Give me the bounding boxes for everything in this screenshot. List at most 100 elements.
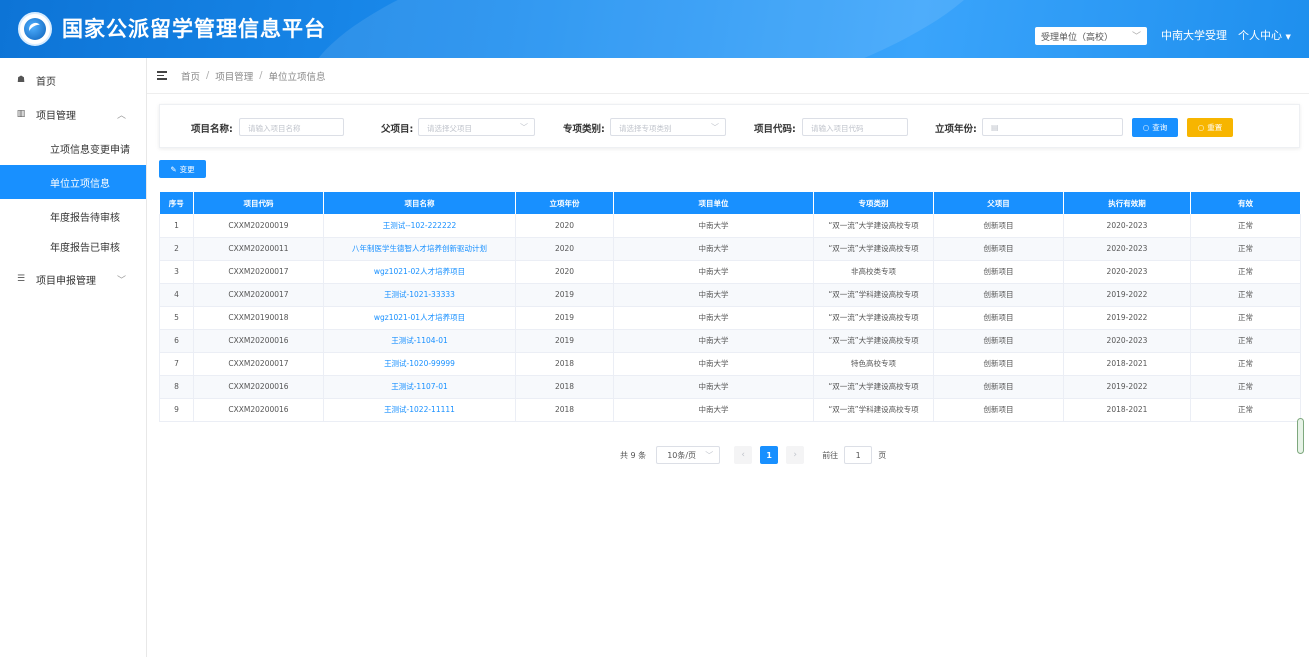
project-code-placeholder: 请输入项目代码 bbox=[811, 124, 864, 133]
table-cell-col-special-type: “双一流”学科建设高校专项 bbox=[813, 283, 934, 307]
sidebar-item-project-application[interactable]: ☰ 项目申报管理 ﹀ bbox=[0, 263, 146, 295]
table-cell-col-project-name[interactable]: wgz1021-02人才培养项目 bbox=[323, 260, 516, 284]
sidebar-item-project-management[interactable]: ▥ 项目管理 ︿ bbox=[0, 98, 146, 130]
project-year-picker[interactable]: ▤ bbox=[982, 118, 1123, 136]
table-cell-col-index: 5 bbox=[159, 306, 194, 330]
scrollbar-handle[interactable] bbox=[1297, 418, 1304, 454]
table-cell-col-special-type: 非高校类专项 bbox=[813, 260, 934, 284]
refresh-icon: ○ bbox=[1197, 123, 1205, 132]
prev-page-button[interactable]: ‹ bbox=[734, 446, 753, 464]
table-cell-col-project-unit: 中南大学 bbox=[613, 352, 814, 376]
table-row[interactable]: 7 CXXM20200017 王测试-1020-99999 2018 中南大学 特色高校专… bbox=[159, 352, 1301, 376]
sidebar-item-label: 首页 bbox=[36, 76, 56, 88]
table-cell-col-project-name[interactable]: wgz1021-01人才培养项目 bbox=[323, 306, 516, 330]
table-cell-col-special-type: “双一流”大学建设高校专项 bbox=[813, 375, 934, 399]
special-type-label: 专项类别: bbox=[563, 124, 605, 135]
sidebar-item-home[interactable]: ☗ 首页 bbox=[0, 64, 146, 96]
sidebar-item-change-request[interactable]: 立项信息变更申请 bbox=[0, 131, 146, 165]
table-cell-col-special-type: 特色高校专项 bbox=[813, 352, 934, 376]
goto-page-input[interactable]: 1 bbox=[844, 446, 873, 464]
project-code-input[interactable]: 请输入项目代码 bbox=[802, 118, 908, 136]
table-cell-col-valid-period: 2020-2023 bbox=[1063, 214, 1191, 238]
table-cell-col-index: 1 bbox=[159, 214, 194, 238]
table-cell-col-valid-period: 2018-2021 bbox=[1063, 352, 1191, 376]
sidebar-item-unit-project-info[interactable]: 单位立项信息 bbox=[0, 165, 146, 199]
next-page-button[interactable]: › bbox=[786, 446, 805, 464]
table-row[interactable]: 4 CXXM20200017 王测试-1021-33333 2019 中南大学 “双一流”… bbox=[159, 283, 1301, 307]
special-type-select[interactable]: 请选择专项类别 ﹀ bbox=[610, 118, 726, 136]
table-cell-col-project-name[interactable]: 王测试-1020-99999 bbox=[323, 352, 516, 376]
query-button[interactable]: ○ 查询 bbox=[1132, 118, 1178, 137]
chevron-down-icon: ﹀ bbox=[711, 123, 719, 132]
reset-button[interactable]: ○ 重置 bbox=[1187, 118, 1233, 137]
table-cell-col-project-name[interactable]: 王测试-1022-11111 bbox=[323, 398, 516, 422]
page-number-current[interactable]: 1 bbox=[760, 446, 779, 464]
table-cell-col-project-year: 2019 bbox=[515, 306, 614, 330]
table-cell-col-project-name[interactable]: 王测试-1021-33333 bbox=[323, 283, 516, 307]
table-cell-col-project-code: CXXM20200016 bbox=[193, 375, 324, 399]
project-table: 序号 项目代码 项目名称 立项年份 项目单位 专项类别 父项目 执行有效期 有效 1 CXXM20… bbox=[159, 192, 1301, 422]
table-header-col-valid-period: 执行有效期 bbox=[1063, 192, 1191, 214]
table-row[interactable]: 1 CXXM20200019 王测试--102-222222 2020 中南大学 “双一流… bbox=[159, 214, 1301, 238]
project-name-input[interactable]: 请输入项目名称 bbox=[239, 118, 344, 136]
table-row[interactable]: 6 CXXM20200016 王测试-1104-01 2019 中南大学 “双一流”大学建… bbox=[159, 329, 1301, 353]
table-row[interactable]: 2 CXXM20200011 八年制医学生德智人才培养创新驱动计划 2020 中南大学 “… bbox=[159, 237, 1301, 261]
table-row[interactable]: 8 CXXM20200016 王测试-1107-01 2018 中南大学 “双一流”大学建… bbox=[159, 375, 1301, 399]
table-cell-col-status: 正常 bbox=[1190, 260, 1301, 284]
table-cell-col-special-type: “双一流”大学建设高校专项 bbox=[813, 214, 934, 238]
sidebar-item-label: 项目申报管理 bbox=[36, 275, 96, 287]
table-cell-col-index: 9 bbox=[159, 398, 194, 422]
table-cell-col-parent-project: 创新项目 bbox=[933, 214, 1064, 238]
table-header-col-status: 有效 bbox=[1190, 192, 1301, 214]
table-cell-col-valid-period: 2018-2021 bbox=[1063, 398, 1191, 422]
table-cell-col-project-year: 2018 bbox=[515, 352, 614, 376]
table-row[interactable]: 5 CXXM20190018 wgz1021-01人才培养项目 2019 中南大学 “双一… bbox=[159, 306, 1301, 330]
goto-label: 前往 bbox=[822, 450, 839, 460]
breadcrumb-home[interactable]: 首页 bbox=[181, 69, 200, 83]
page-size-select[interactable]: 10条/页 ﹀ bbox=[656, 446, 721, 464]
reset-button-label: 重置 bbox=[1207, 123, 1223, 132]
total-count: 共 9 条 bbox=[620, 450, 647, 460]
table-cell-col-parent-project: 创新项目 bbox=[933, 283, 1064, 307]
sidebar: ☗ 首页 ▥ 项目管理 ︿ 立项信息变更申请 单位立项信息 年度报告待审核 年度… bbox=[0, 58, 147, 657]
table-row[interactable]: 9 CXXM20200016 王测试-1022-11111 2018 中南大学 “双一流”… bbox=[159, 398, 1301, 422]
table-row[interactable]: 3 CXXM20200017 wgz1021-02人才培养项目 2020 中南大学 非高校… bbox=[159, 260, 1301, 284]
table-cell-col-special-type: “双一流”大学建设高校专项 bbox=[813, 237, 934, 261]
table-cell-col-parent-project: 创新项目 bbox=[933, 398, 1064, 422]
table-cell-col-status: 正常 bbox=[1190, 352, 1301, 376]
parent-project-select[interactable]: 请选择父项目 ﹀ bbox=[418, 118, 535, 136]
change-button[interactable]: ✎ 变更 bbox=[159, 160, 206, 178]
current-user[interactable]: 中南大学受理 bbox=[1161, 27, 1227, 43]
table-cell-col-project-code: CXXM20200017 bbox=[193, 260, 324, 284]
special-type-placeholder: 请选择专项类别 bbox=[619, 124, 672, 133]
query-button-label: 查询 bbox=[1152, 123, 1168, 132]
project-name-label: 项目名称: bbox=[191, 124, 233, 135]
table-cell-col-status: 正常 bbox=[1190, 329, 1301, 353]
table-cell-col-parent-project: 创新项目 bbox=[933, 329, 1064, 353]
table-cell-col-valid-period: 2019-2022 bbox=[1063, 306, 1191, 330]
project-name-placeholder: 请输入项目名称 bbox=[248, 124, 301, 133]
sidebar-item-annual-report-reviewed[interactable]: 年度报告已审核 bbox=[0, 229, 146, 263]
parent-project-label: 父项目: bbox=[381, 124, 414, 135]
unit-select[interactable]: 受理单位（高校） ﹀ bbox=[1035, 27, 1147, 45]
breadcrumb-project-management[interactable]: 项目管理 bbox=[215, 69, 253, 83]
table-cell-col-project-name[interactable]: 王测试-1104-01 bbox=[323, 329, 516, 353]
table-header-col-index: 序号 bbox=[159, 192, 194, 214]
table-cell-col-status: 正常 bbox=[1190, 398, 1301, 422]
table-cell-col-project-name[interactable]: 王测试-1107-01 bbox=[323, 375, 516, 399]
table-cell-col-status: 正常 bbox=[1190, 306, 1301, 330]
table-cell-col-valid-period: 2020-2023 bbox=[1063, 329, 1191, 353]
table-cell-col-project-unit: 中南大学 bbox=[613, 237, 814, 261]
parent-project-placeholder: 请选择父项目 bbox=[427, 124, 472, 133]
table-cell-col-project-name[interactable]: 八年制医学生德智人才培养创新驱动计划 bbox=[323, 237, 516, 261]
table-cell-col-valid-period: 2019-2022 bbox=[1063, 283, 1191, 307]
table-cell-col-project-code: CXXM20200017 bbox=[193, 352, 324, 376]
table-cell-col-status: 正常 bbox=[1190, 237, 1301, 261]
personal-center-menu[interactable]: 个人中心 ▼ bbox=[1238, 27, 1291, 43]
table-cell-col-project-name[interactable]: 王测试--102-222222 bbox=[323, 214, 516, 238]
menu-toggle-icon[interactable] bbox=[157, 71, 167, 80]
chevron-down-icon: ﹀ bbox=[520, 123, 528, 132]
table-cell-col-status: 正常 bbox=[1190, 283, 1301, 307]
filter-panel: 项目名称: 请输入项目名称 父项目: 请选择父项目 ﹀ 专项类别: 请选择专项类… bbox=[159, 104, 1300, 148]
sidebar-item-annual-report-pending[interactable]: 年度报告待审核 bbox=[0, 199, 146, 233]
